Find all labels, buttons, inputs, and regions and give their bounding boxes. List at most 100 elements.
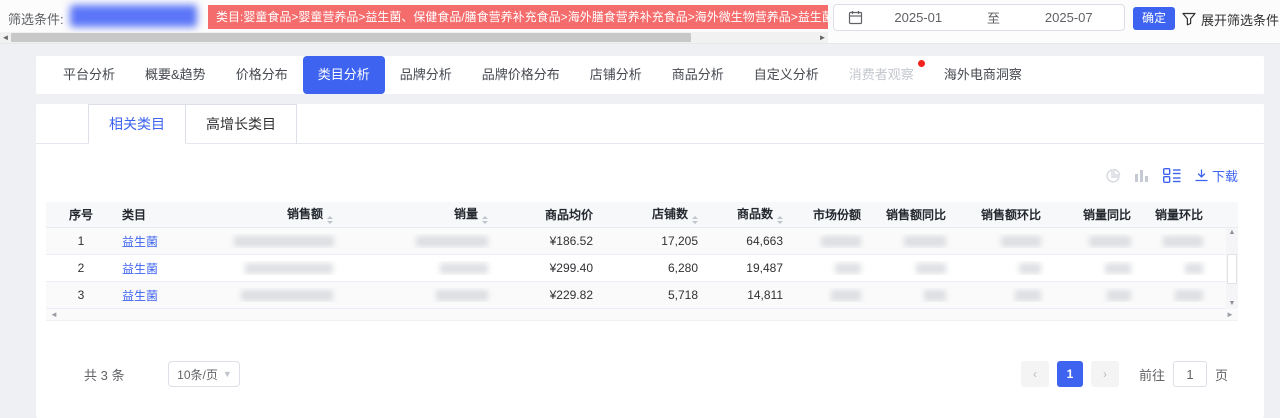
table-row: 2 益生菌 ¥299.40 6,280 19,487 — [46, 255, 1238, 282]
product-count-value: 19,487 — [746, 261, 783, 275]
tab-shop-analysis[interactable]: 店铺分析 — [575, 56, 657, 94]
avg-price-value: ¥299.40 — [549, 261, 593, 275]
calendar-icon — [848, 10, 863, 25]
col-sales-amount[interactable]: 销售额 — [226, 205, 341, 224]
tab-platform-analysis[interactable]: 平台分析 — [48, 56, 130, 94]
tab-product-analysis[interactable]: 商品分析 — [657, 56, 739, 94]
col-avg-price: 商品均价 — [544, 208, 593, 222]
scrollbar-thumb[interactable] — [1227, 254, 1237, 284]
goto-page-input[interactable] — [1172, 361, 1207, 387]
redacted-value — [241, 290, 333, 302]
redacted-value — [831, 290, 861, 302]
pagination-bar: 共 3 条 10条/页 ▼ ‹ 1 › 前往 页 — [48, 359, 1252, 389]
redacted-value — [1185, 263, 1203, 275]
date-start-value[interactable]: 2025-01 — [863, 10, 974, 25]
scroll-left-icon[interactable]: ◄ — [0, 32, 11, 43]
filter-horizontal-scrollbar[interactable]: ◄ ► — [0, 32, 828, 43]
tab-custom-analysis[interactable]: 自定义分析 — [739, 56, 834, 94]
expand-filter-button[interactable]: 展开筛选条件 — [1182, 8, 1279, 30]
redacted-value — [436, 290, 488, 302]
redacted-value — [1175, 290, 1203, 302]
confirm-button[interactable]: 确定 — [1133, 7, 1175, 30]
table-row: 3 益生菌 ¥229.82 5,718 14,811 — [46, 282, 1238, 309]
table-vertical-scrollbar[interactable]: ▲ ▼ — [1226, 228, 1238, 309]
col-volume-mom: 销量环比 — [1154, 208, 1203, 222]
notification-dot — [917, 60, 925, 67]
subtab-related-categories[interactable]: 相关类目 — [88, 104, 186, 144]
bar-chart-view-icon[interactable] — [1134, 168, 1149, 183]
tab-brand-price-distribution[interactable]: 品牌价格分布 — [467, 56, 575, 94]
avg-price-value: ¥229.82 — [549, 288, 593, 302]
redacted-value — [234, 236, 334, 248]
scroll-left-icon[interactable]: ◄ — [48, 309, 60, 321]
sort-icon[interactable] — [692, 216, 698, 224]
scroll-up-icon[interactable]: ▲ — [1226, 228, 1238, 238]
col-shop-count[interactable]: 店铺数 — [601, 205, 706, 224]
sort-icon[interactable] — [482, 216, 488, 224]
shop-count-value: 6,280 — [667, 261, 698, 275]
row-index: 3 — [77, 288, 85, 302]
page-number-button[interactable]: 1 — [1056, 361, 1083, 387]
view-toolbar: 下载 — [1105, 166, 1238, 185]
date-range-picker[interactable]: 2025-01 至 2025-07 — [833, 4, 1125, 31]
tab-consumer-observation[interactable]: 消费者观察 — [834, 56, 929, 94]
col-product-count[interactable]: 商品数 — [706, 205, 791, 224]
redacted-value — [916, 263, 946, 275]
sort-icon[interactable] — [327, 216, 333, 224]
goto-label: 前往 — [1138, 367, 1165, 383]
total-count-label: 共 3 条 — [84, 367, 125, 383]
product-count-value: 14,811 — [747, 288, 783, 302]
redacted-value — [1105, 263, 1131, 275]
table-view-icon[interactable] — [1162, 168, 1181, 183]
date-end-value[interactable]: 2025-07 — [1014, 10, 1125, 25]
category-path-badge: 类目:婴童食品>婴童营养品>益生菌、保健食品/膳食营养补充食品>海外膳食营养补充… — [208, 5, 828, 29]
scrollbar-thumb[interactable] — [11, 33, 691, 42]
col-volume-yoy: 销量同比 — [1082, 208, 1131, 222]
tab-category-analysis[interactable]: 类目分析 — [302, 56, 385, 94]
avg-price-value: ¥186.52 — [549, 234, 593, 248]
col-index: 序号 — [68, 208, 93, 222]
table-header-row: 序号 类目 销售额 销量 商品均价 店铺数 商品数 市场份额 销售额同比 销售额… — [46, 202, 1238, 228]
redacted-value — [416, 236, 488, 248]
category-sub-tabs: 相关类目 高增长类目 — [36, 104, 1264, 144]
download-button[interactable]: 下载 — [1195, 166, 1238, 185]
next-page-button[interactable]: › — [1090, 361, 1119, 387]
redacted-value — [904, 236, 946, 248]
analysis-nav-tabs: 平台分析 概要&趋势 价格分布 类目分析 品牌分析 品牌价格分布 店铺分析 商品… — [36, 56, 1264, 94]
redacted-value — [924, 290, 946, 302]
redacted-value — [1107, 290, 1131, 302]
category-analysis-panel: 相关类目 高增长类目 下载 序号 类目 销售额 销量 商品均价 店铺数 商品数 — [36, 104, 1264, 418]
scroll-right-icon[interactable]: ► — [1224, 309, 1236, 321]
redacted-value — [1163, 236, 1203, 248]
tab-consumer-observation-label: 消费者观察 — [848, 67, 914, 82]
tab-overview-trend[interactable]: 概要&趋势 — [130, 56, 221, 94]
sort-icon[interactable] — [777, 216, 783, 224]
redacted-filter-value — [70, 5, 197, 27]
col-market-share: 市场份额 — [812, 208, 861, 222]
table-horizontal-scrollbar[interactable]: ◄ ► — [46, 309, 1238, 321]
filter-funnel-icon — [1182, 12, 1196, 26]
category-link[interactable]: 益生菌 — [122, 262, 158, 276]
shop-count-value: 17,205 — [661, 234, 698, 248]
redacted-value — [440, 263, 488, 275]
col-sales-mom: 销售额环比 — [980, 208, 1041, 222]
pie-chart-view-icon[interactable] — [1105, 168, 1121, 184]
redacted-value — [1001, 236, 1041, 248]
filter-conditions-label: 筛选条件: — [8, 12, 64, 27]
row-index: 1 — [77, 234, 85, 248]
scroll-down-icon[interactable]: ▼ — [1226, 299, 1238, 309]
redacted-value — [835, 263, 861, 275]
col-category: 类目 — [122, 208, 147, 222]
category-link[interactable]: 益生菌 — [122, 235, 158, 249]
tab-price-distribution[interactable]: 价格分布 — [221, 56, 303, 94]
prev-page-button[interactable]: ‹ — [1020, 361, 1049, 387]
page-size-select[interactable]: 10条/页 ▼ — [168, 361, 241, 387]
tab-overseas-ecommerce-insight[interactable]: 海外电商洞察 — [929, 56, 1037, 94]
redacted-value — [1089, 236, 1131, 248]
chevron-down-icon: ▼ — [222, 369, 232, 379]
scroll-right-icon[interactable]: ► — [817, 32, 828, 43]
subtab-high-growth-categories[interactable]: 高增长类目 — [186, 104, 297, 144]
tab-brand-analysis[interactable]: 品牌分析 — [385, 56, 467, 94]
category-link[interactable]: 益生菌 — [122, 289, 158, 303]
col-sales-volume[interactable]: 销量 — [341, 205, 496, 224]
